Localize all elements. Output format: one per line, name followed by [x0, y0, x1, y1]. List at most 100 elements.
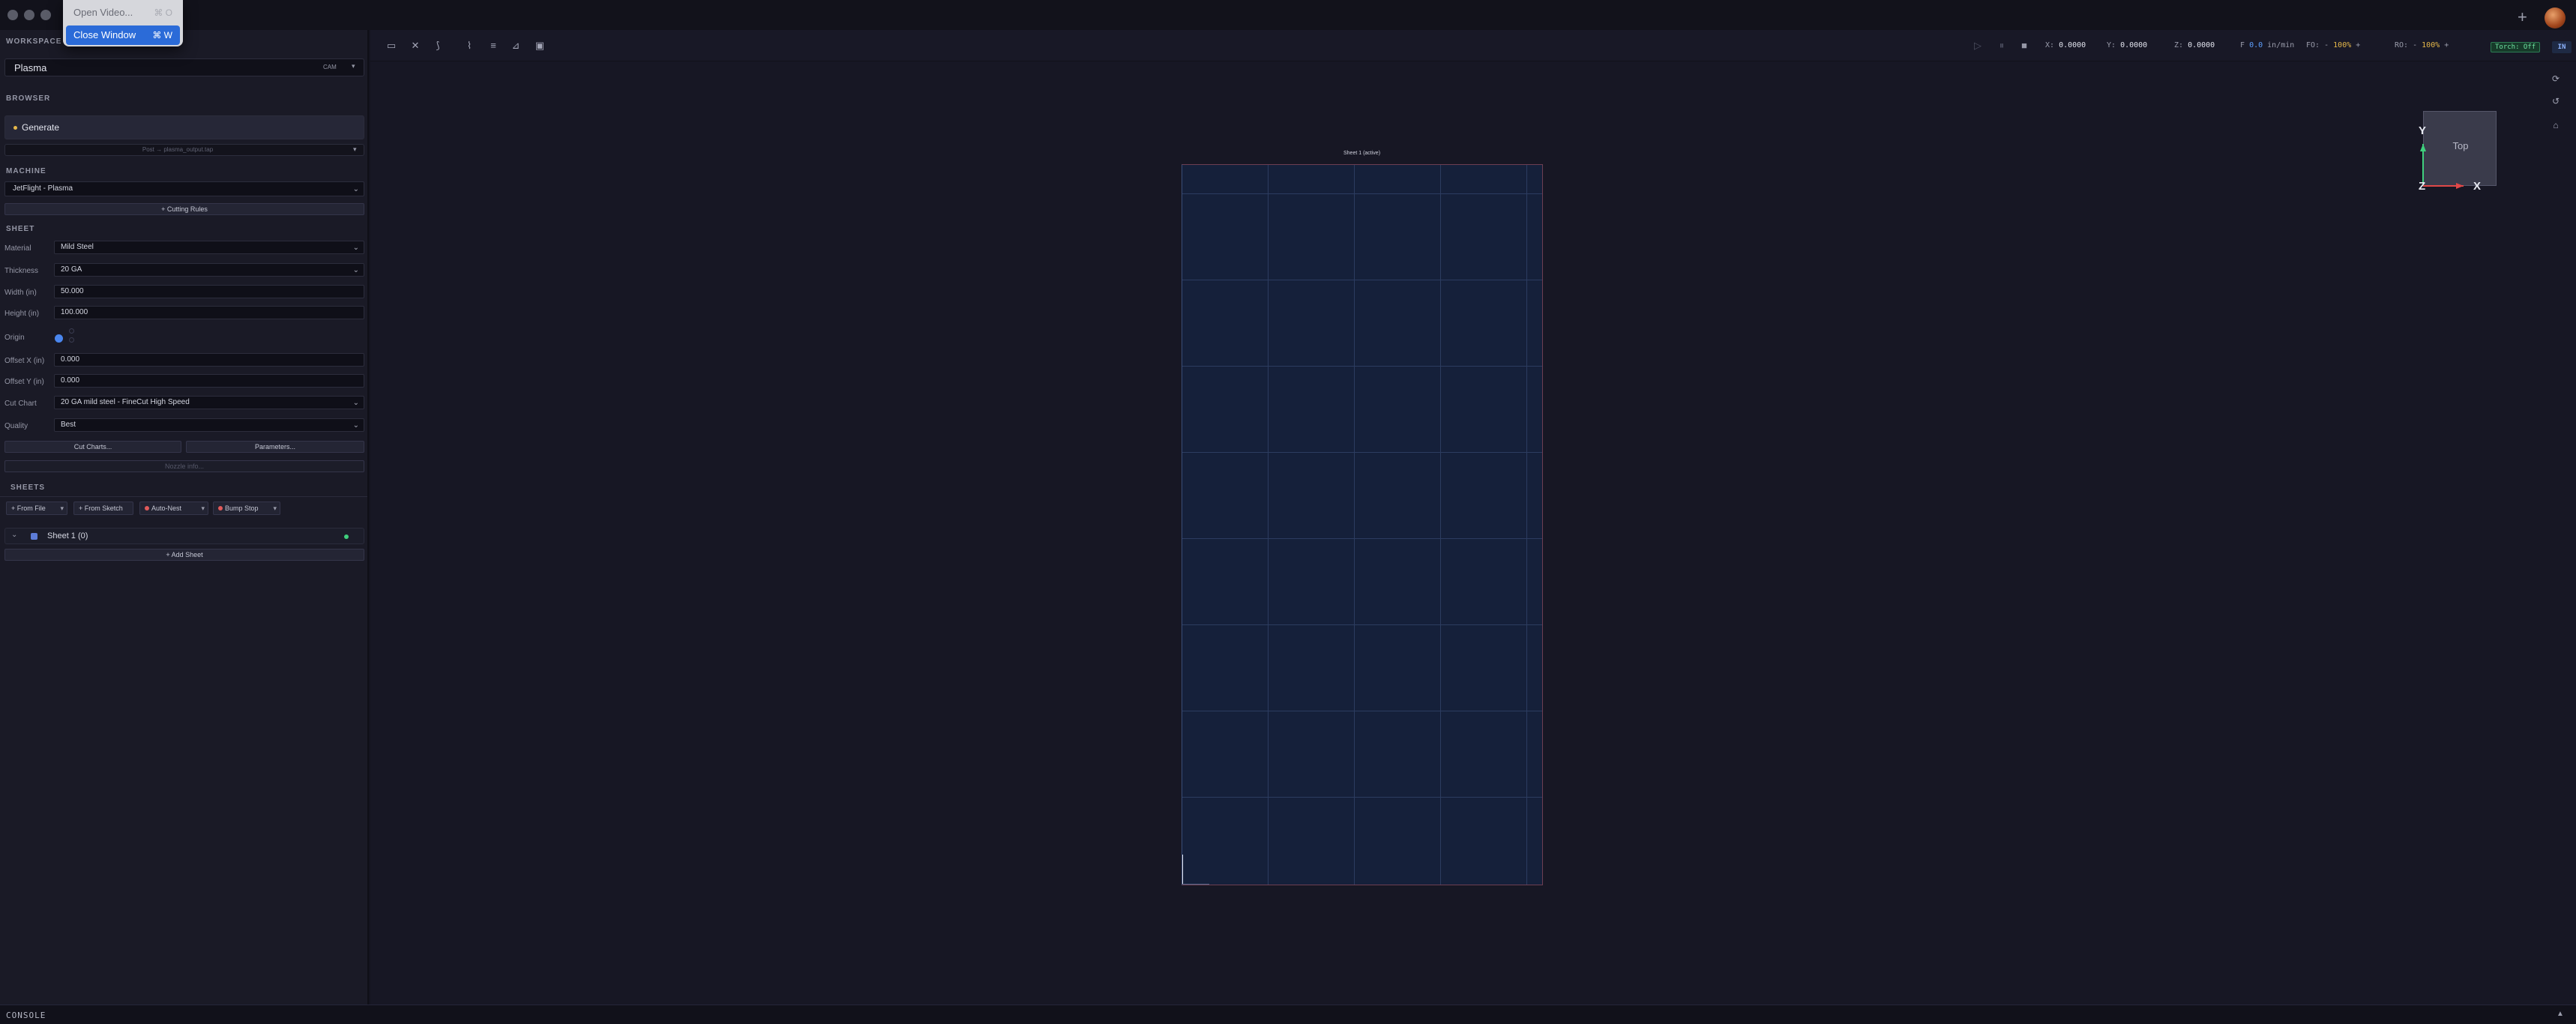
quality-select[interactable]: Best ⌄ [54, 418, 364, 432]
add-sheet-button[interactable]: + Add Sheet [4, 549, 364, 561]
chevron-down-icon[interactable]: ⌄ [11, 531, 17, 539]
app-window: + WORKSPACE Plasma CAM ▾ BROWSER Generat… [0, 0, 2576, 1024]
close-window-label: Close Window [73, 29, 136, 40]
fo-value: 100% [2333, 41, 2352, 49]
z-label: Z: [2174, 41, 2184, 49]
stop-icon[interactable]: ■ [2018, 40, 2030, 51]
y-readout: Y: 0.0000 [2107, 41, 2147, 49]
cutting-rules-button[interactable]: + Cutting Rules [4, 203, 364, 215]
origin-picker[interactable] [54, 327, 74, 345]
auto-nest-label: Auto-Nest [151, 505, 182, 512]
workspace-selector[interactable]: Plasma CAM ▾ [4, 58, 364, 76]
feed-label: F [2240, 41, 2245, 49]
cut-charts-button[interactable]: Cut Charts... [4, 441, 181, 453]
auto-nest-button[interactable]: Auto-Nest ▾ [139, 502, 208, 515]
z-value: 0.0000 [2188, 41, 2215, 49]
fo-label: FO: [2306, 41, 2320, 49]
machine-select[interactable]: JetFlight - Plasma ⌄ [4, 181, 364, 196]
chevron-down-icon[interactable]: ▾ [201, 502, 205, 514]
sheet-section-label: SHEET [6, 225, 35, 233]
fillet-tool-icon[interactable]: ⟆ [432, 40, 444, 51]
torch-status-badge[interactable]: Torch: Off [2491, 42, 2541, 52]
generate-button[interactable]: Generate [4, 115, 364, 139]
measure-tool-icon[interactable]: ⊿ [510, 40, 522, 51]
play-icon[interactable]: ▷ [1972, 40, 1984, 51]
home-icon[interactable]: ⌂ [2551, 120, 2561, 130]
bump-stop-button[interactable]: Bump Stop ▾ [213, 502, 280, 515]
browser-section-label: BROWSER [6, 94, 51, 103]
unit-badge[interactable]: IN [2552, 41, 2572, 53]
grid-line [1440, 165, 1441, 885]
thickness-label: Thickness [4, 267, 39, 275]
post-output-select[interactable]: Post → plasma_output.tap ▾ [4, 144, 364, 156]
ro-increase-button[interactable]: + [2444, 41, 2449, 49]
axis-z-label: Z [2419, 180, 2426, 193]
status-dot-icon [145, 506, 149, 511]
z-readout: Z: 0.0000 [2174, 41, 2215, 49]
close-window-control[interactable] [7, 10, 18, 20]
frame-tool-icon[interactable]: ▣ [534, 40, 546, 51]
offset-y-value: 0.000 [61, 376, 80, 385]
ro-decrease-button[interactable]: - [2413, 41, 2417, 49]
grid-line [1182, 452, 1542, 453]
cut-chart-value: 20 GA mild steel - FineCut High Speed [61, 398, 190, 406]
grid-line [1182, 193, 1542, 194]
path-tool-icon[interactable]: ⌇ [463, 40, 475, 51]
origin-top-right-radio[interactable] [69, 328, 74, 334]
chevron-up-icon[interactable]: ▲ [2557, 1010, 2564, 1018]
machine-value: JetFlight - Plasma [13, 184, 73, 193]
cut-chart-select[interactable]: 20 GA mild steel - FineCut High Speed ⌄ [54, 396, 364, 409]
chevron-down-icon: ▾ [353, 145, 357, 153]
offset-x-input[interactable]: 0.000 [54, 353, 364, 367]
sheet-canvas[interactable] [1182, 164, 1543, 885]
minimize-window-control[interactable] [24, 10, 34, 20]
fo-decrease-button[interactable]: - [2324, 41, 2329, 49]
chevron-down-icon[interactable]: ▾ [60, 502, 64, 514]
fo-increase-button[interactable]: + [2356, 41, 2360, 49]
material-select[interactable]: Mild Steel ⌄ [54, 241, 364, 254]
width-label: Width (in) [4, 289, 37, 297]
height-input[interactable]: 100.000 [54, 306, 364, 319]
origin-bottom-left-radio[interactable] [55, 334, 63, 343]
undo-icon[interactable]: ↺ [2551, 96, 2561, 106]
cut-chart-label: Cut Chart [4, 400, 37, 408]
x-value: 0.0000 [2059, 41, 2086, 49]
refresh-icon[interactable]: ⟳ [2551, 73, 2561, 84]
height-value: 100.000 [61, 308, 88, 316]
thickness-value: 20 GA [61, 265, 82, 274]
grid-line [1182, 538, 1542, 539]
console-bar[interactable]: CONSOLE ▲ [0, 1005, 2576, 1024]
pause-icon[interactable]: ⏸ [1996, 40, 2008, 51]
chevron-down-icon[interactable]: ▾ [273, 502, 277, 514]
menu-item-open-video[interactable]: Open Video... ⌘ O [66, 3, 180, 22]
from-sketch-button[interactable]: + From Sketch [73, 502, 133, 515]
new-tab-icon[interactable]: + [2518, 9, 2527, 25]
origin-marker [1182, 884, 1209, 885]
list-tool-icon[interactable]: ≡ [487, 40, 499, 51]
select-tool-icon[interactable]: ▭ [385, 40, 397, 51]
thickness-select[interactable]: 20 GA ⌄ [54, 263, 364, 277]
feed-override: FO: - 100% + [2306, 41, 2360, 49]
chevron-down-icon: ⌄ [352, 421, 359, 430]
trim-tool-icon[interactable]: ✕ [409, 40, 421, 51]
menu-item-close-window[interactable]: Close Window ⌘ W [66, 25, 180, 45]
feed-value: 0.0 [2249, 41, 2263, 49]
chevron-down-icon: ⌄ [352, 266, 359, 274]
parameters-button[interactable]: Parameters... [186, 441, 364, 453]
console-label: CONSOLE [6, 1011, 46, 1020]
avatar[interactable] [2545, 7, 2566, 28]
offset-y-input[interactable]: 0.000 [54, 374, 364, 388]
grid-line [1526, 165, 1527, 885]
grid-line [1182, 797, 1542, 798]
x-readout: X: 0.0000 [2045, 41, 2086, 49]
width-value: 50.000 [61, 287, 84, 295]
bump-stop-label: Bump Stop [225, 505, 259, 512]
from-file-button[interactable]: + From File ▾ [6, 502, 67, 515]
width-input[interactable]: 50.000 [54, 285, 364, 298]
sheet-list-item[interactable]: ⌄ Sheet 1 (0) [4, 528, 364, 544]
title-bar: + [0, 0, 2576, 30]
origin-bottom-right-radio[interactable] [69, 337, 74, 343]
zoom-window-control[interactable] [40, 10, 51, 20]
nozzle-info-button[interactable]: Nozzle info... [4, 460, 364, 472]
quality-value: Best [61, 421, 76, 429]
